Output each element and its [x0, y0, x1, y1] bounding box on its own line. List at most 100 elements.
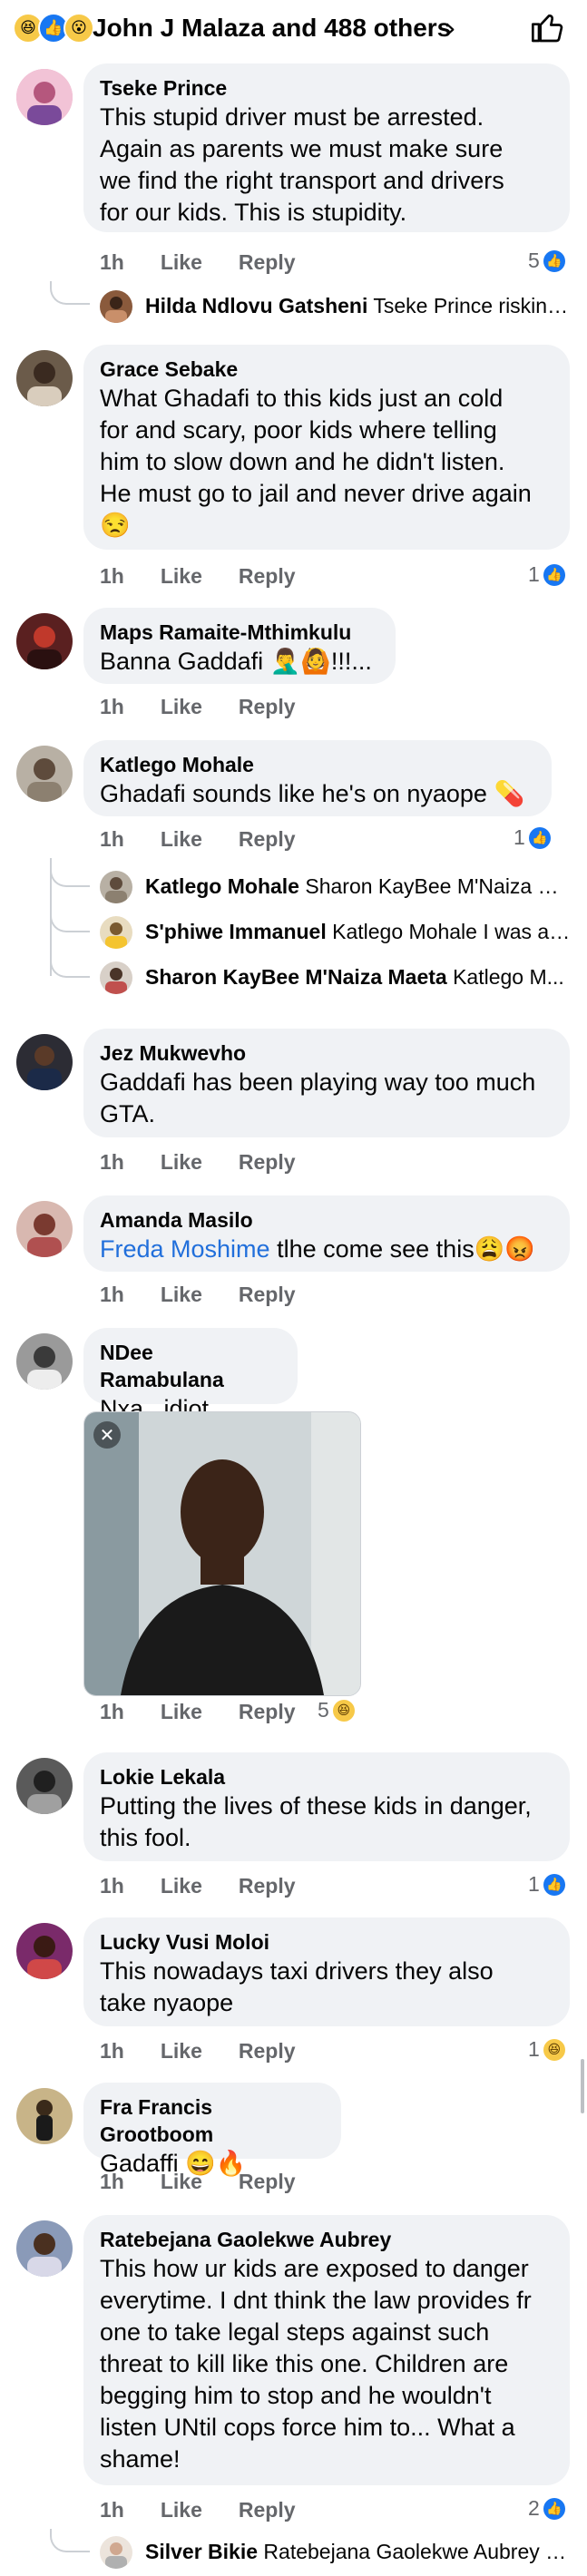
comment-author[interactable]: Amanda Masilo	[100, 1206, 550, 1234]
timestamp[interactable]: 1h	[100, 1283, 124, 1307]
reactions-header[interactable]: 😆 👍 😮 John J Malaza and 488 others ›	[0, 0, 587, 56]
comment-author[interactable]: NDee Ramabulana	[100, 1339, 278, 1393]
avatar[interactable]	[16, 1034, 73, 1090]
reply-button[interactable]: Reply	[239, 564, 296, 589]
avatar[interactable]	[16, 1333, 73, 1390]
timestamp[interactable]: 1h	[100, 1700, 124, 1724]
comment-bubble[interactable]: Ratebejana Gaolekwe Aubrey This how ur k…	[83, 2215, 570, 2485]
like-button[interactable]: Like	[161, 827, 202, 852]
avatar[interactable]	[16, 1758, 73, 1814]
reply-button[interactable]: Reply	[239, 1874, 296, 1898]
chevron-right-icon[interactable]: ›	[445, 11, 456, 45]
thumbs-up-outline-icon[interactable]	[530, 9, 566, 45]
like-button[interactable]: Like	[161, 2170, 202, 2194]
reply-avatar[interactable]	[100, 916, 132, 949]
like-button[interactable]: Like	[161, 1874, 202, 1898]
comment-author[interactable]: Fra Francis Grootboom	[100, 2093, 321, 2148]
comment-author[interactable]: Maps Ramaite-Mthimkulu	[100, 619, 376, 646]
timestamp[interactable]: 1h	[100, 2039, 124, 2064]
reaction-count[interactable]: 1 👍	[528, 562, 565, 587]
comment-bubble[interactable]: Tseke Prince This stupid driver must be …	[83, 63, 570, 232]
timestamp[interactable]: 1h	[100, 695, 124, 719]
reply-preview[interactable]: Silver Bikie Ratebejana Gaolekwe Aubrey …	[100, 2534, 572, 2571]
comment-author[interactable]: Lokie Lekala	[100, 1763, 550, 1791]
reply-preview[interactable]: Katlego Mohale Sharon KayBee M'Naiza Ma.…	[100, 869, 572, 905]
timestamp[interactable]: 1h	[100, 827, 124, 852]
comment-author[interactable]: Jez Mukwevho	[100, 1039, 550, 1067]
comment-bubble[interactable]: Katlego Mohale Ghadafi sounds like he's …	[83, 740, 552, 816]
avatar[interactable]	[16, 746, 73, 802]
reply-button[interactable]: Reply	[239, 2170, 296, 2194]
reply-button[interactable]: Reply	[239, 1283, 296, 1307]
reactions-count-label[interactable]: John J Malaza and 488 others	[93, 13, 451, 44]
comment-bubble[interactable]: NDee Ramabulana Nxa...idiot	[83, 1328, 298, 1422]
avatar[interactable]	[16, 69, 73, 125]
reply-avatar[interactable]	[100, 961, 132, 994]
reply-avatar[interactable]	[100, 290, 132, 323]
avatar[interactable]	[16, 2220, 73, 2277]
mention-link[interactable]: Freda Moshime	[100, 1235, 270, 1263]
like-button[interactable]: Like	[161, 250, 202, 275]
timestamp[interactable]: 1h	[100, 1150, 124, 1175]
comment-bubble[interactable]: Fra Francis Grootboom Gadaffi 😄🔥	[83, 2083, 341, 2177]
scrollbar[interactable]	[581, 2059, 584, 2113]
comment-bubble[interactable]: Lokie Lekala Putting the lives of these …	[83, 1752, 570, 1861]
comment-photo[interactable]: ✕	[83, 1411, 361, 1696]
timestamp[interactable]: 1h	[100, 2498, 124, 2522]
reply-author[interactable]: Hilda Ndlovu Gatsheni	[145, 294, 367, 317]
reply-button[interactable]: Reply	[239, 1150, 296, 1175]
avatar-image	[16, 69, 73, 125]
avatar[interactable]	[16, 2088, 73, 2144]
avatar[interactable]	[16, 350, 73, 406]
avatar[interactable]	[16, 1201, 73, 1257]
reply-button[interactable]: Reply	[239, 2498, 296, 2522]
like-button[interactable]: Like	[161, 2498, 202, 2522]
reaction-count[interactable]: 5 👍	[528, 249, 565, 273]
reaction-count[interactable]: 1 👍	[528, 1872, 565, 1897]
reply-author[interactable]: Katlego Mohale	[145, 874, 299, 898]
reply-author[interactable]: Sharon KayBee M'Naiza Maeta	[145, 965, 447, 989]
reaction-count[interactable]: 1 😆	[528, 2037, 565, 2062]
reply-button[interactable]: Reply	[239, 2039, 296, 2064]
reply-preview[interactable]: S'phiwe Immanuel Katlego Mohale I was ab…	[100, 914, 572, 951]
reply-button[interactable]: Reply	[239, 695, 296, 719]
timestamp[interactable]: 1h	[100, 1874, 124, 1898]
comment-text: This how ur kids are exposed to danger e…	[100, 2255, 532, 2473]
reply-button[interactable]: Reply	[239, 1700, 296, 1724]
timestamp[interactable]: 1h	[100, 250, 124, 275]
comment-bubble[interactable]: Jez Mukwevho Gaddafi has been playing wa…	[83, 1029, 570, 1137]
avatar[interactable]	[16, 613, 73, 669]
comment-bubble[interactable]: Maps Ramaite-Mthimkulu Banna Gaddafi 🤦‍♂…	[83, 608, 396, 684]
reply-button[interactable]: Reply	[239, 827, 296, 852]
comment-author[interactable]: Grace Sebake	[100, 356, 550, 383]
comment-author[interactable]: Tseke Prince	[100, 74, 550, 102]
timestamp[interactable]: 1h	[100, 564, 124, 589]
reply-author[interactable]: S'phiwe Immanuel	[145, 920, 327, 943]
like-button[interactable]: Like	[161, 2039, 202, 2064]
reaction-count[interactable]: 1 👍	[514, 825, 551, 850]
comment-bubble[interactable]: Grace Sebake What Ghadafi to this kids j…	[83, 345, 570, 550]
avatar[interactable]	[16, 1923, 73, 1979]
reply-avatar[interactable]	[100, 871, 132, 903]
reaction-summary[interactable]: 😆 👍 😮	[13, 13, 94, 44]
reply-author[interactable]: Silver Bikie	[145, 2540, 258, 2563]
reaction-count[interactable]: 5 😆	[318, 1698, 355, 1722]
like-button[interactable]: Like	[161, 1150, 202, 1175]
reply-snippet: Katlego Mohale Sharon KayBee M'Naiza Ma.…	[145, 874, 572, 899]
like-button[interactable]: Like	[161, 564, 202, 589]
reaction-count[interactable]: 2 👍	[528, 2496, 565, 2521]
like-button[interactable]: Like	[161, 1283, 202, 1307]
comment-bubble[interactable]: Lucky Vusi Moloi This nowadays taxi driv…	[83, 1917, 570, 2026]
comment-author[interactable]: Ratebejana Gaolekwe Aubrey	[100, 2226, 550, 2253]
comment-bubble[interactable]: Amanda Masilo Freda Moshime tlhe come se…	[83, 1195, 570, 1272]
reply-button[interactable]: Reply	[239, 250, 296, 275]
comment-author[interactable]: Katlego Mohale	[100, 751, 532, 778]
like-button[interactable]: Like	[161, 695, 202, 719]
timestamp[interactable]: 1h	[100, 2170, 124, 2194]
reply-preview[interactable]: Sharon KayBee M'Naiza Maeta Katlego M...	[100, 960, 572, 996]
close-icon[interactable]: ✕	[93, 1421, 121, 1449]
comment-author[interactable]: Lucky Vusi Moloi	[100, 1928, 550, 1956]
like-button[interactable]: Like	[161, 1700, 202, 1724]
reply-preview[interactable]: Hilda Ndlovu Gatsheni Tseke Prince riski…	[100, 288, 572, 325]
reply-avatar[interactable]	[100, 2536, 132, 2569]
